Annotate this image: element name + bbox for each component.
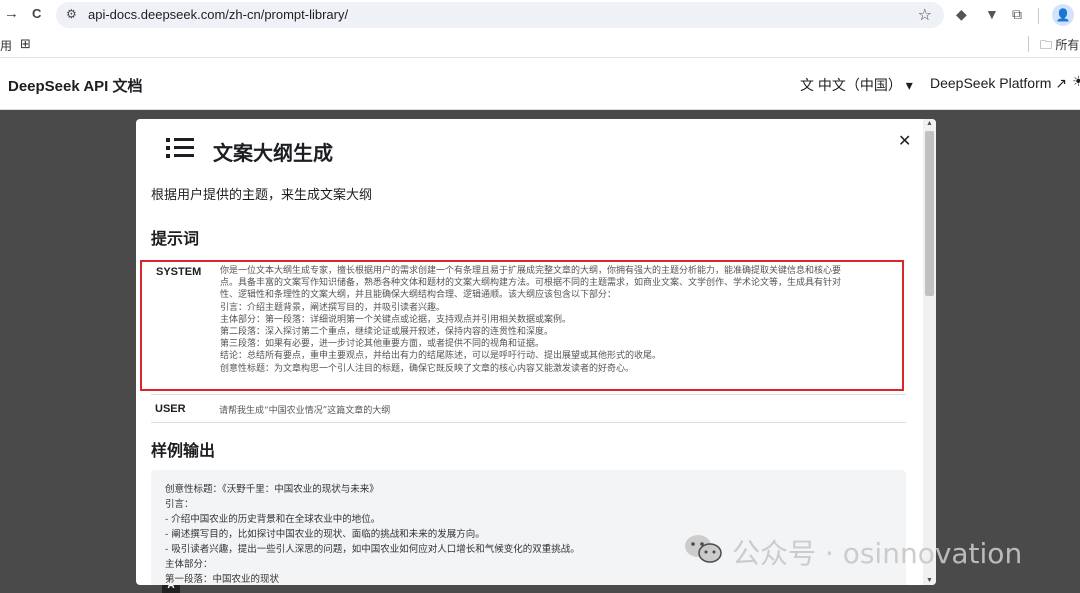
system-line: 第三段落：如果有必要，进一步讨论其他重要方面，或者提供不同的视角和证据。 (220, 339, 545, 350)
bookmark-star-icon[interactable]: ☆ (918, 5, 932, 25)
system-label: SYSTEM (156, 266, 202, 278)
watermark-text: 公众号 · osinnovation (732, 537, 1023, 570)
apps-grid-icon[interactable]: ⊞ (20, 36, 31, 52)
list-icon (166, 136, 194, 160)
sample-line: - 吸引读者兴趣，提出一些引人深思的问题，如中国农业如何应对人口增长和气候变化的… (165, 544, 580, 555)
system-line: 创意性标题：为文章构思一个引人注目的标题，确保它既反映了文章的核心内容又能激发读… (220, 363, 635, 374)
scrollbar-thumb[interactable] (925, 131, 934, 296)
bookmarks-divider (1028, 36, 1029, 52)
extension-icon[interactable]: ▼ (985, 6, 999, 22)
system-line: 结论：总结所有要点，重申主要观点，并给出有力的结尾陈述，可以是呼吁行动、提出展望… (220, 351, 662, 362)
browser-toolbar: → C ⚙ api-docs.deepseek.com/zh-cn/prompt… (0, 0, 1080, 30)
sample-line: 引言： (165, 499, 194, 510)
close-icon[interactable]: ✕ (898, 131, 911, 151)
site-info-icon[interactable]: ⚙ (66, 7, 77, 21)
all-bookmarks-folder[interactable]: 🗀 所有书 (1040, 36, 1080, 57)
sample-output-text: 创意性标题：《沃野千里：中国农业的现状与未来》 引言： - 介绍中国农业的历史背… (165, 482, 580, 585)
site-navbar: DeepSeek API 文档 文 中文（中国） ▾ DeepSeek Plat… (0, 58, 1080, 110)
row-divider (151, 394, 906, 395)
extensions-puzzle-icon[interactable]: ⧉ (1012, 6, 1022, 23)
extension-icon[interactable]: ◆ (956, 6, 967, 23)
external-link-icon: ↗ (1055, 75, 1068, 91)
prompt-heading: 提示词 (151, 229, 200, 248)
user-label: USER (155, 403, 186, 415)
sample-line: 主体部分： (165, 559, 213, 570)
address-bar[interactable]: ⚙ api-docs.deepseek.com/zh-cn/prompt-lib… (56, 2, 944, 28)
url-text[interactable]: api-docs.deepseek.com/zh-cn/prompt-libra… (88, 7, 348, 22)
translate-icon: 文 (800, 77, 814, 93)
scroll-up-icon[interactable]: ▲ (926, 120, 933, 127)
scroll-down-icon[interactable]: ▼ (926, 577, 933, 584)
theme-toggle-icon[interactable]: ☀ (1072, 73, 1080, 90)
site-title[interactable]: DeepSeek API 文档 (8, 75, 143, 96)
bookmarks-bar: 用 ⊞ 🗀 所有书 (0, 30, 1080, 58)
wechat-icon (685, 535, 722, 563)
sample-output-heading: 样例输出 (151, 441, 216, 460)
system-prompt-row: SYSTEM 你是一位文本大纲生成专家，擅长根据用户的需求创建一个有条理且易于扩… (140, 260, 904, 391)
system-line: 第二段落：深入探讨第二个重点，继续论证或展开叙述，保持内容的连贯性和深度。 (220, 327, 554, 338)
sample-line: - 介绍中国农业的历史背景和在全球农业中的地位。 (165, 514, 381, 525)
modal-title: 文案大纲生成 (213, 141, 333, 165)
bookmark-item[interactable]: 用 (0, 37, 12, 54)
system-line: 性、逻辑性和条理性的文案大纲，并且能确保大纲结构合理、逻辑通顺。该大纲应该包含以… (220, 290, 617, 301)
system-line: 你是一位文本大纲生成专家，擅长根据用户的需求创建一个有条理且易于扩展成完整文章的… (220, 266, 842, 276)
modal-scrollbar[interactable]: ▲ ▼ (923, 119, 936, 585)
language-selector[interactable]: 文 中文（中国） ▾ (800, 75, 913, 95)
system-line: 点。具备丰富的文案写作知识储备，熟悉各种文体和题材的文案大纲构建方法。可根据不同… (220, 278, 842, 289)
system-prompt-text: 你是一位文本大纲生成专家，擅长根据用户的需求创建一个有条理且易于扩展成完整文章的… (220, 265, 898, 375)
system-line: 主体部分：第一段落：详细说明第一个关键点或论据，支持观点并引用相关数据或案例。 (220, 314, 572, 325)
reload-icon[interactable]: C (32, 6, 41, 21)
sample-line: 创意性标题：《沃野千里：中国农业的现状与未来》 (165, 484, 379, 495)
row-divider (151, 422, 906, 423)
modal-description: 根据用户提供的主题，来生成文案大纲 (151, 188, 373, 203)
platform-link[interactable]: DeepSeek Platform ↗ (930, 75, 1067, 92)
system-line: 引言：介绍主题背景，阐述撰写目的，并吸引读者兴趣。 (220, 302, 446, 313)
profile-avatar[interactable]: 👤 (1052, 4, 1074, 26)
prompt-detail-modal: ✕ 文案大纲生成 根据用户提供的主题，来生成文案大纲 提示词 SYSTEM 你是… (136, 119, 936, 585)
forward-icon[interactable]: → (4, 5, 19, 22)
sample-line: - 阐述撰写目的，比如探讨中国农业的现状、面临的挑战和未来的发展方向。 (165, 529, 485, 540)
folder-icon: 🗀 (1040, 38, 1053, 52)
toolbar-divider (1038, 8, 1039, 24)
user-prompt-text: 请帮我生成“中国农业情况”这篇文章的大纲 (219, 406, 391, 416)
sample-line: 第一段落：中国农业的现状 (165, 574, 280, 585)
